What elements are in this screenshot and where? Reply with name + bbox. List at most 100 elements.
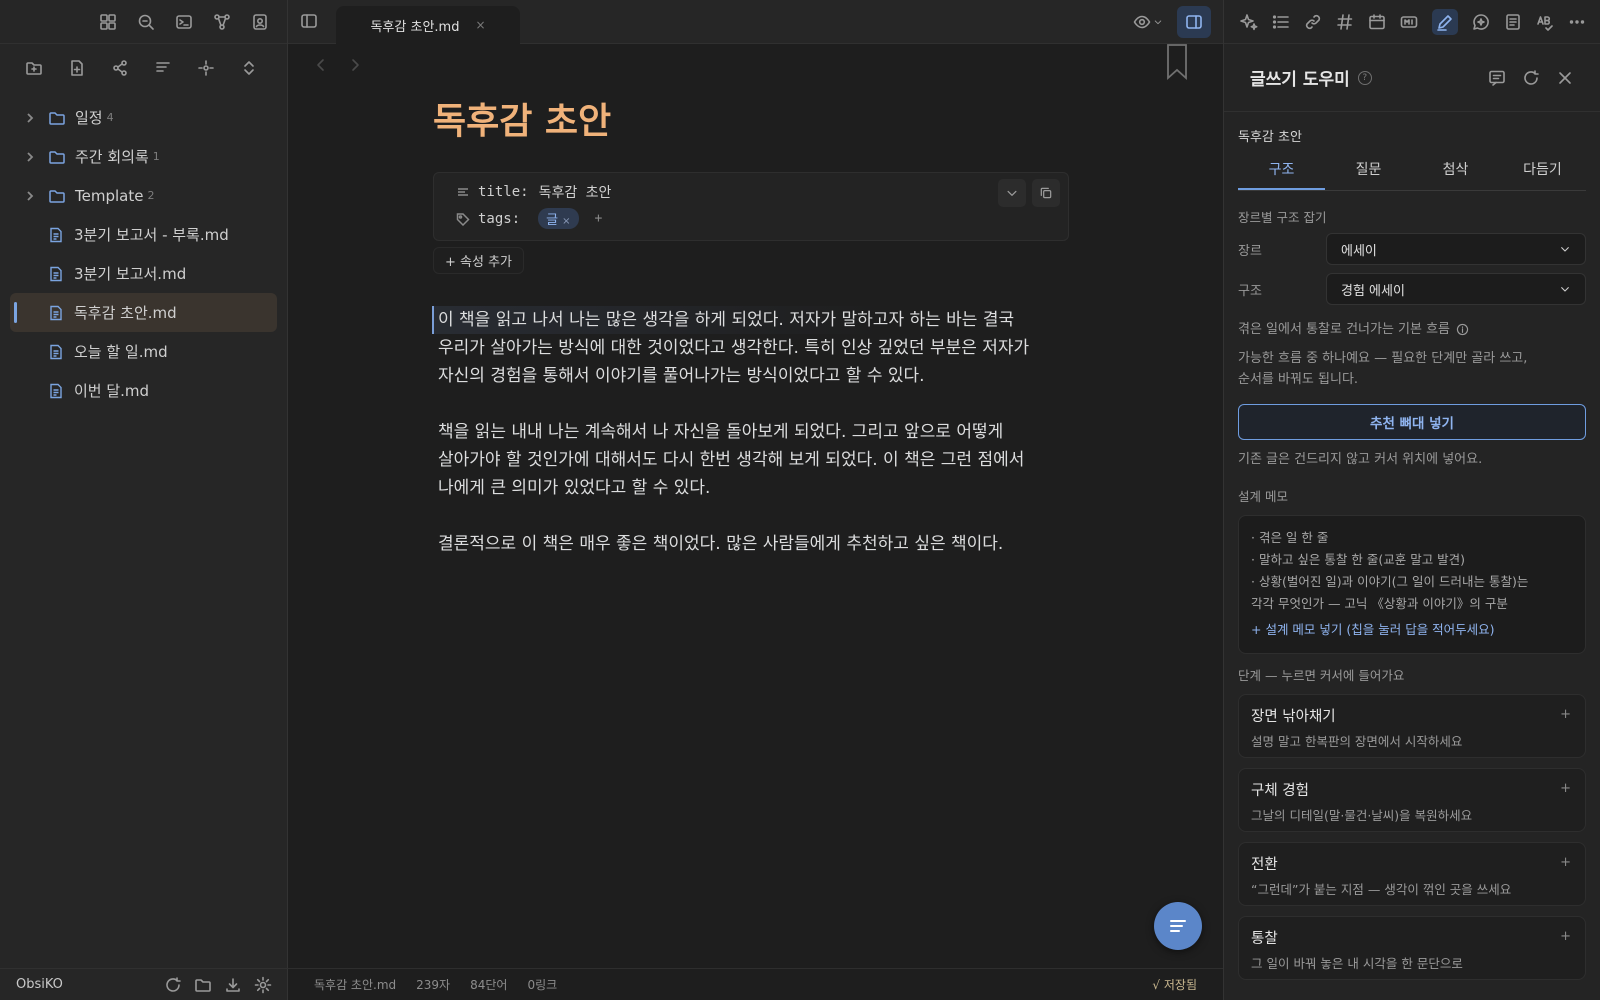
graph-view-icon[interactable] bbox=[111, 59, 129, 77]
collapse-properties-button[interactable] bbox=[998, 179, 1026, 207]
tab-structure[interactable]: 구조 bbox=[1238, 159, 1325, 190]
bookmark-icon[interactable] bbox=[1165, 44, 1189, 80]
note-title[interactable]: 독후감 초안 bbox=[433, 92, 611, 144]
add-property-button[interactable]: + 속성 추가 bbox=[433, 247, 524, 274]
spellcheck-icon[interactable] bbox=[1536, 13, 1554, 31]
step-card[interactable]: 전환 “그런데”가 붙는 지점 — 생각이 꺾인 곳을 쓰세요 + bbox=[1238, 842, 1586, 906]
chevron-right-icon[interactable] bbox=[24, 190, 36, 202]
help-icon[interactable]: ? bbox=[1357, 70, 1372, 85]
text-line[interactable]: 나에게 큰 의미가 있었다고 할 수 있다. bbox=[438, 474, 1078, 502]
chevron-right-icon[interactable] bbox=[24, 112, 36, 124]
link-icon[interactable] bbox=[1304, 13, 1322, 31]
step-add-icon[interactable]: + bbox=[1560, 929, 1571, 944]
more-options-icon[interactable] bbox=[1568, 13, 1586, 31]
tag-label: 글 bbox=[546, 213, 559, 228]
calendar-icon[interactable] bbox=[1368, 13, 1386, 31]
terminal-icon[interactable] bbox=[175, 13, 193, 31]
file-item[interactable]: 3분기 보고서 - 부록.md bbox=[10, 215, 277, 254]
tag-pill[interactable]: 글 × bbox=[538, 208, 579, 229]
folder-item[interactable]: 일정 4 bbox=[10, 98, 277, 137]
app-window: 일정 4 주간 회의록 1 Template 2 3분기 보고서 - 부록.md bbox=[0, 0, 1600, 1000]
close-icon[interactable] bbox=[1556, 69, 1574, 87]
file-item[interactable]: 오늘 할 일.md bbox=[10, 332, 277, 371]
open-folder-icon[interactable] bbox=[194, 976, 212, 994]
tab-polish[interactable]: 다듬기 bbox=[1499, 159, 1586, 190]
info-icon[interactable] bbox=[1456, 323, 1469, 336]
step-card[interactable]: 통찰 그 일이 바꿔 놓은 내 시각을 한 문단으로 + bbox=[1238, 916, 1586, 980]
folder-item[interactable]: 주간 회의록 1 bbox=[10, 137, 277, 176]
steps-title: 단계 — 누르면 커서에 들어가요 bbox=[1238, 668, 1405, 683]
outline-fab-button[interactable] bbox=[1154, 902, 1202, 950]
design-memo-box: · 겪은 일 한 줄 · 말하고 싶은 통찰 한 줄(교훈 말고 발견) · 상… bbox=[1238, 515, 1586, 654]
reveal-file-icon[interactable] bbox=[197, 59, 215, 77]
graph-icon[interactable] bbox=[213, 13, 231, 31]
settings-gear-icon[interactable] bbox=[254, 976, 272, 994]
step-title: 구체 경험 bbox=[1251, 783, 1309, 799]
paragraph[interactable]: 결론적으로 이 책은 매우 좋은 책이었다. 많은 사람들에게 추천하고 싶은 … bbox=[438, 530, 1078, 558]
document-icon[interactable] bbox=[1504, 13, 1522, 31]
chat-spark-icon[interactable] bbox=[1472, 13, 1490, 31]
step-card[interactable]: 장면 낚아채기 설명 말고 한복판의 장면에서 시작하세요 + bbox=[1238, 694, 1586, 758]
sort-icon[interactable] bbox=[154, 59, 172, 77]
tab-questions[interactable]: 질문 bbox=[1325, 159, 1412, 190]
tag-add-button[interactable]: + bbox=[589, 211, 609, 226]
bullet-list-icon[interactable] bbox=[1272, 13, 1290, 31]
insert-skeleton-button[interactable]: 추천 뼈대 넣기 bbox=[1238, 404, 1586, 440]
copy-properties-button[interactable] bbox=[1032, 179, 1060, 207]
right-toolbar bbox=[1224, 0, 1600, 44]
new-folder-icon[interactable] bbox=[25, 59, 43, 77]
file-item[interactable]: 이번 달.md bbox=[10, 371, 277, 410]
hashtag-icon[interactable] bbox=[1336, 13, 1354, 31]
tab-active-note[interactable]: 독후감 초안.md × bbox=[336, 6, 520, 44]
forward-arrow-icon[interactable] bbox=[346, 56, 364, 74]
property-title[interactable]: title: 독후감 초안 bbox=[456, 182, 611, 202]
new-note-icon[interactable] bbox=[68, 59, 86, 77]
note-body[interactable]: 이 책을 읽고 나서 나는 많은 생각을 하게 되었다. 저자가 말하고자 하는… bbox=[432, 306, 1078, 586]
download-icon[interactable] bbox=[224, 976, 242, 994]
search-icon[interactable] bbox=[137, 13, 155, 31]
step-card[interactable]: 구체 경험 그날의 디테일(말·물건·날씨)을 복원하세요 + bbox=[1238, 768, 1586, 832]
flow-title: 겪은 일에서 통찰로 건너가는 기본 흐름 bbox=[1238, 322, 1451, 337]
property-tags[interactable]: tags: 글 × + bbox=[456, 208, 608, 229]
back-arrow-icon[interactable] bbox=[312, 56, 330, 74]
paragraph[interactable]: 이 책을 읽고 나서 나는 많은 생각을 하게 되었다. 저자가 말하고자 하는… bbox=[432, 306, 1078, 390]
text-line[interactable]: 우리가 살아가는 방식에 대한 것이었다고 생각한다. 특히 인상 깊었던 부분… bbox=[438, 334, 1078, 362]
tag-remove-icon[interactable]: × bbox=[562, 216, 570, 227]
paragraph[interactable]: 책을 읽는 내내 나는 계속해서 나 자신을 돌아보게 되었다. 그리고 앞으로… bbox=[438, 418, 1078, 502]
step-add-icon[interactable]: + bbox=[1560, 855, 1571, 870]
property-value[interactable]: 독후감 초안 bbox=[539, 182, 612, 202]
text-line[interactable]: 자신의 경험을 통해서 이야기를 풀어나가는 방식이었다고 할 수 있다. bbox=[438, 362, 1078, 390]
tab-close-icon[interactable]: × bbox=[475, 18, 485, 32]
vault-name[interactable]: ObsiKO bbox=[16, 977, 63, 992]
text-line[interactable]: 살아가야 할 것인가에 대해서도 다시 한번 생각해 보게 되었다. 이 책은 … bbox=[438, 446, 1078, 474]
contact-icon[interactable] bbox=[251, 13, 269, 31]
view-controls bbox=[1127, 6, 1211, 38]
structure-select[interactable]: 경험 에세이 bbox=[1326, 273, 1586, 305]
sparkle-icon[interactable] bbox=[1240, 13, 1258, 31]
text-line-current[interactable]: 이 책을 읽고 나서 나는 많은 생각을 하게 되었다. 저자가 말하고자 하는… bbox=[432, 306, 1078, 334]
file-item[interactable]: 3분기 보고서.md bbox=[10, 254, 277, 293]
refresh-icon[interactable] bbox=[1522, 69, 1540, 87]
file-item-active[interactable]: 독후감 초안.md bbox=[10, 293, 277, 332]
sidebar-toggle-icon[interactable] bbox=[300, 12, 318, 30]
chevron-right-icon[interactable] bbox=[24, 151, 36, 163]
genre-select[interactable]: 에세이 bbox=[1326, 233, 1586, 265]
step-add-icon[interactable]: + bbox=[1560, 781, 1571, 796]
tab-review[interactable]: 첨삭 bbox=[1412, 159, 1499, 190]
memo-add-link[interactable]: + 설계 메모 넣기 (칩을 눌러 답을 적어두세요) bbox=[1251, 619, 1573, 641]
badge-icon[interactable] bbox=[1400, 13, 1418, 31]
text-line[interactable]: 결론적으로 이 책은 매우 좋은 책이었다. 많은 사람들에게 추천하고 싶은 … bbox=[438, 530, 1078, 558]
writing-pen-icon[interactable] bbox=[1432, 8, 1458, 35]
sync-icon[interactable] bbox=[164, 976, 182, 994]
eye-icon bbox=[1133, 15, 1151, 29]
structure-value: 경험 에세이 bbox=[1341, 283, 1405, 299]
collapse-all-icon[interactable] bbox=[240, 59, 258, 77]
comment-icon[interactable] bbox=[1488, 69, 1506, 87]
reading-view-toggle[interactable] bbox=[1127, 9, 1169, 35]
dashboard-icon[interactable] bbox=[99, 13, 117, 31]
text-line[interactable]: 책을 읽는 내내 나는 계속해서 나 자신을 돌아보게 되었다. 그리고 앞으로… bbox=[438, 418, 1078, 446]
folder-item[interactable]: Template 2 bbox=[10, 176, 277, 215]
right-sidebar-toggle[interactable] bbox=[1177, 6, 1211, 38]
chevron-down-icon bbox=[1154, 20, 1162, 25]
step-add-icon[interactable]: + bbox=[1560, 707, 1571, 722]
